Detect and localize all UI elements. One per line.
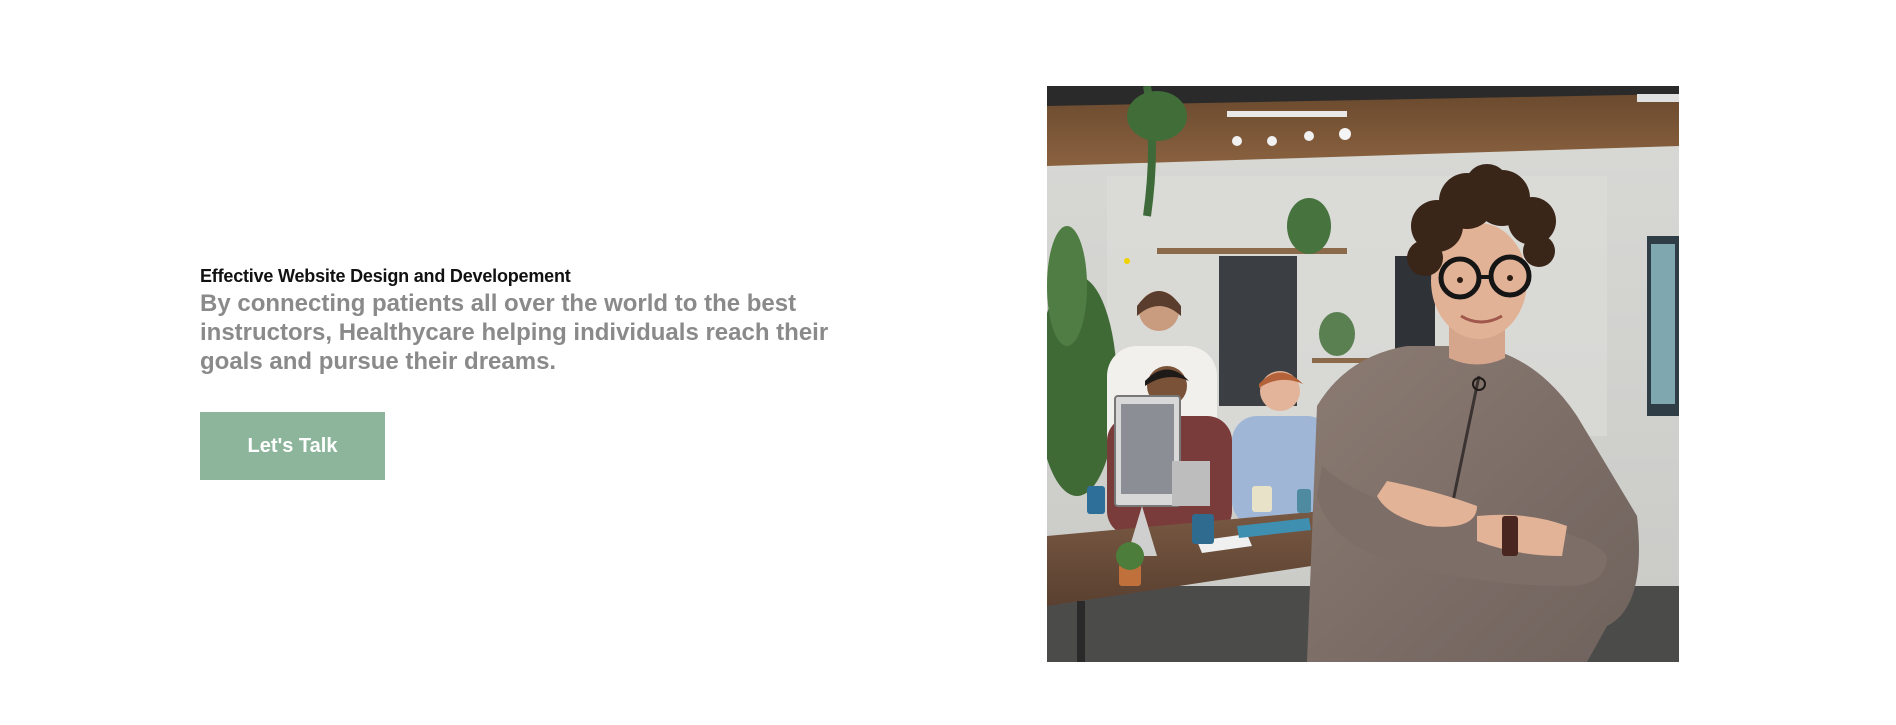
hero-text: Effective Website Design and Developemen… (200, 263, 880, 376)
hero-image (1047, 86, 1679, 662)
office-team-illustration (1047, 86, 1679, 662)
hero-headline: By connecting patients all over the worl… (200, 290, 829, 375)
hero-section: Effective Website Design and Developemen… (0, 0, 1896, 725)
hero-eyebrow: Effective Website Design and Developemen… (200, 266, 571, 286)
lets-talk-button[interactable]: Let's Talk (200, 412, 385, 480)
